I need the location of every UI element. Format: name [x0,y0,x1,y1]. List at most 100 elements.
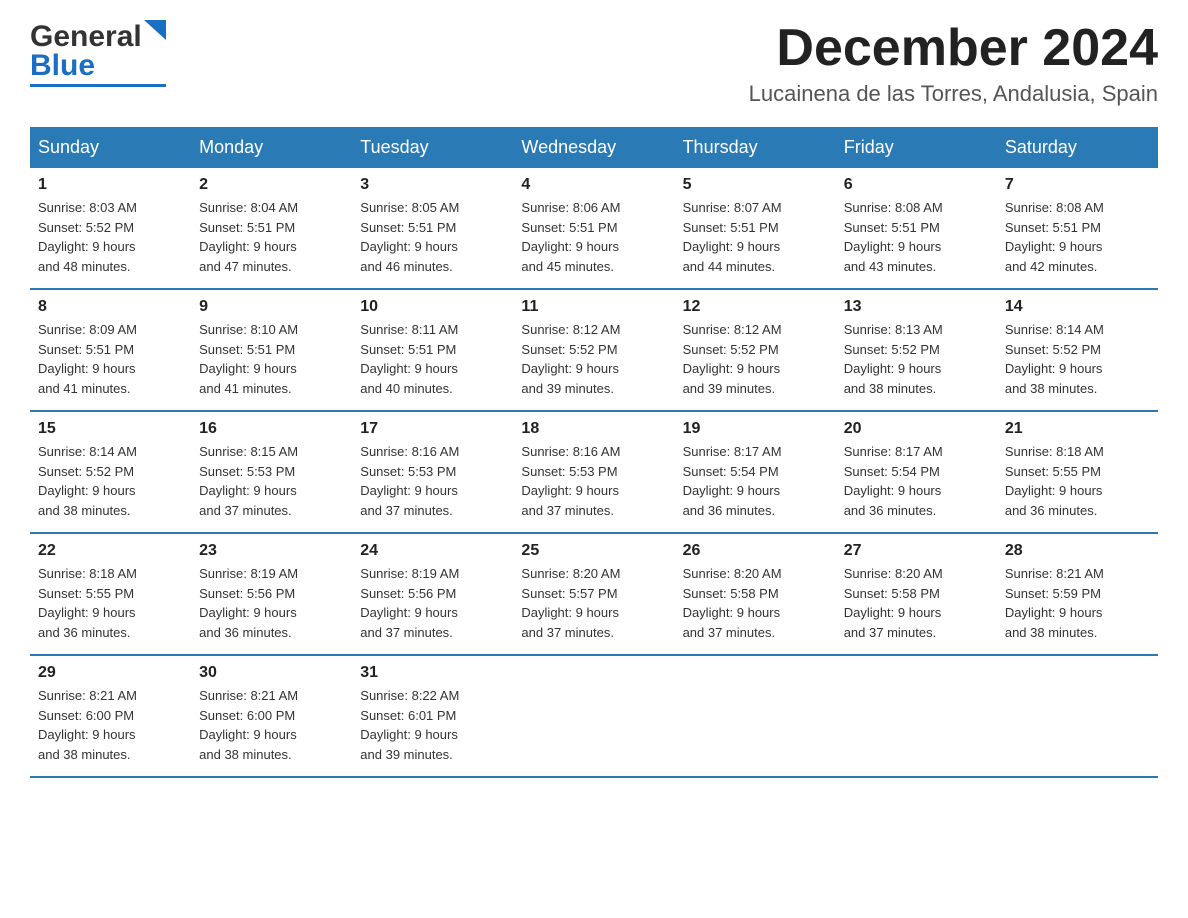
calendar-cell: 6 Sunrise: 8:08 AM Sunset: 5:51 PM Dayli… [836,168,997,289]
header-sunday: Sunday [30,127,191,168]
page-header: General Blue December 2024 Lucainena de … [30,20,1158,107]
day-info: Sunrise: 8:21 AM Sunset: 5:59 PM Dayligh… [1005,566,1104,640]
calendar-cell: 26 Sunrise: 8:20 AM Sunset: 5:58 PM Dayl… [675,533,836,655]
day-info: Sunrise: 8:06 AM Sunset: 5:51 PM Dayligh… [521,200,620,274]
day-info: Sunrise: 8:12 AM Sunset: 5:52 PM Dayligh… [683,322,782,396]
day-number: 3 [360,176,505,194]
day-number: 19 [683,420,828,438]
header-tuesday: Tuesday [352,127,513,168]
calendar-week-row: 1 Sunrise: 8:03 AM Sunset: 5:52 PM Dayli… [30,168,1158,289]
month-title: December 2024 [749,20,1158,77]
day-number: 15 [38,420,183,438]
header-thursday: Thursday [675,127,836,168]
calendar-cell: 8 Sunrise: 8:09 AM Sunset: 5:51 PM Dayli… [30,289,191,411]
day-info: Sunrise: 8:18 AM Sunset: 5:55 PM Dayligh… [38,566,137,640]
day-info: Sunrise: 8:19 AM Sunset: 5:56 PM Dayligh… [199,566,298,640]
day-number: 24 [360,542,505,560]
calendar-cell [997,655,1158,777]
day-info: Sunrise: 8:20 AM Sunset: 5:57 PM Dayligh… [521,566,620,640]
calendar-week-row: 8 Sunrise: 8:09 AM Sunset: 5:51 PM Dayli… [30,289,1158,411]
calendar-week-row: 15 Sunrise: 8:14 AM Sunset: 5:52 PM Dayl… [30,411,1158,533]
day-info: Sunrise: 8:22 AM Sunset: 6:01 PM Dayligh… [360,688,459,762]
header-saturday: Saturday [997,127,1158,168]
calendar-cell: 15 Sunrise: 8:14 AM Sunset: 5:52 PM Dayl… [30,411,191,533]
calendar-week-row: 22 Sunrise: 8:18 AM Sunset: 5:55 PM Dayl… [30,533,1158,655]
calendar-cell: 30 Sunrise: 8:21 AM Sunset: 6:00 PM Dayl… [191,655,352,777]
day-number: 26 [683,542,828,560]
day-number: 22 [38,542,183,560]
day-number: 20 [844,420,989,438]
calendar-cell: 19 Sunrise: 8:17 AM Sunset: 5:54 PM Dayl… [675,411,836,533]
day-info: Sunrise: 8:21 AM Sunset: 6:00 PM Dayligh… [38,688,137,762]
calendar-cell: 31 Sunrise: 8:22 AM Sunset: 6:01 PM Dayl… [352,655,513,777]
header-friday: Friday [836,127,997,168]
day-info: Sunrise: 8:17 AM Sunset: 5:54 PM Dayligh… [844,444,943,518]
calendar-cell: 16 Sunrise: 8:15 AM Sunset: 5:53 PM Dayl… [191,411,352,533]
day-number: 5 [683,176,828,194]
calendar-cell: 28 Sunrise: 8:21 AM Sunset: 5:59 PM Dayl… [997,533,1158,655]
day-number: 16 [199,420,344,438]
calendar-cell: 14 Sunrise: 8:14 AM Sunset: 5:52 PM Dayl… [997,289,1158,411]
day-info: Sunrise: 8:20 AM Sunset: 5:58 PM Dayligh… [844,566,943,640]
calendar-cell: 17 Sunrise: 8:16 AM Sunset: 5:53 PM Dayl… [352,411,513,533]
day-info: Sunrise: 8:20 AM Sunset: 5:58 PM Dayligh… [683,566,782,640]
day-number: 1 [38,176,183,194]
day-number: 17 [360,420,505,438]
day-number: 7 [1005,176,1150,194]
header-wednesday: Wednesday [513,127,674,168]
day-number: 29 [38,664,183,682]
calendar-cell: 11 Sunrise: 8:12 AM Sunset: 5:52 PM Dayl… [513,289,674,411]
calendar-cell: 18 Sunrise: 8:16 AM Sunset: 5:53 PM Dayl… [513,411,674,533]
day-info: Sunrise: 8:19 AM Sunset: 5:56 PM Dayligh… [360,566,459,640]
calendar-cell: 5 Sunrise: 8:07 AM Sunset: 5:51 PM Dayli… [675,168,836,289]
calendar-table: Sunday Monday Tuesday Wednesday Thursday… [30,127,1158,778]
calendar-cell: 24 Sunrise: 8:19 AM Sunset: 5:56 PM Dayl… [352,533,513,655]
logo-underline [30,84,166,87]
day-info: Sunrise: 8:03 AM Sunset: 5:52 PM Dayligh… [38,200,137,274]
day-info: Sunrise: 8:17 AM Sunset: 5:54 PM Dayligh… [683,444,782,518]
logo-chevron-icon [142,22,166,48]
day-info: Sunrise: 8:10 AM Sunset: 5:51 PM Dayligh… [199,322,298,396]
logo-blue-text: Blue [30,49,95,82]
header-monday: Monday [191,127,352,168]
day-number: 23 [199,542,344,560]
day-number: 28 [1005,542,1150,560]
calendar-header-row: Sunday Monday Tuesday Wednesday Thursday… [30,127,1158,168]
day-number: 6 [844,176,989,194]
calendar-cell: 10 Sunrise: 8:11 AM Sunset: 5:51 PM Dayl… [352,289,513,411]
day-info: Sunrise: 8:08 AM Sunset: 5:51 PM Dayligh… [1005,200,1104,274]
day-info: Sunrise: 8:04 AM Sunset: 5:51 PM Dayligh… [199,200,298,274]
day-number: 9 [199,298,344,316]
calendar-cell [675,655,836,777]
day-number: 30 [199,664,344,682]
calendar-cell: 25 Sunrise: 8:20 AM Sunset: 5:57 PM Dayl… [513,533,674,655]
day-number: 18 [521,420,666,438]
title-block: December 2024 Lucainena de las Torres, A… [749,20,1158,107]
day-info: Sunrise: 8:16 AM Sunset: 5:53 PM Dayligh… [521,444,620,518]
day-info: Sunrise: 8:09 AM Sunset: 5:51 PM Dayligh… [38,322,137,396]
day-number: 4 [521,176,666,194]
day-number: 27 [844,542,989,560]
calendar-cell: 13 Sunrise: 8:13 AM Sunset: 5:52 PM Dayl… [836,289,997,411]
day-number: 2 [199,176,344,194]
day-number: 31 [360,664,505,682]
day-info: Sunrise: 8:07 AM Sunset: 5:51 PM Dayligh… [683,200,782,274]
day-info: Sunrise: 8:13 AM Sunset: 5:52 PM Dayligh… [844,322,943,396]
calendar-cell: 20 Sunrise: 8:17 AM Sunset: 5:54 PM Dayl… [836,411,997,533]
day-number: 10 [360,298,505,316]
calendar-cell: 1 Sunrise: 8:03 AM Sunset: 5:52 PM Dayli… [30,168,191,289]
day-number: 12 [683,298,828,316]
calendar-cell [836,655,997,777]
calendar-week-row: 29 Sunrise: 8:21 AM Sunset: 6:00 PM Dayl… [30,655,1158,777]
day-info: Sunrise: 8:14 AM Sunset: 5:52 PM Dayligh… [38,444,137,518]
day-number: 21 [1005,420,1150,438]
calendar-cell: 27 Sunrise: 8:20 AM Sunset: 5:58 PM Dayl… [836,533,997,655]
calendar-cell: 23 Sunrise: 8:19 AM Sunset: 5:56 PM Dayl… [191,533,352,655]
calendar-cell: 22 Sunrise: 8:18 AM Sunset: 5:55 PM Dayl… [30,533,191,655]
calendar-cell [513,655,674,777]
calendar-cell: 21 Sunrise: 8:18 AM Sunset: 5:55 PM Dayl… [997,411,1158,533]
day-info: Sunrise: 8:16 AM Sunset: 5:53 PM Dayligh… [360,444,459,518]
calendar-cell: 9 Sunrise: 8:10 AM Sunset: 5:51 PM Dayli… [191,289,352,411]
day-info: Sunrise: 8:15 AM Sunset: 5:53 PM Dayligh… [199,444,298,518]
day-number: 11 [521,298,666,316]
